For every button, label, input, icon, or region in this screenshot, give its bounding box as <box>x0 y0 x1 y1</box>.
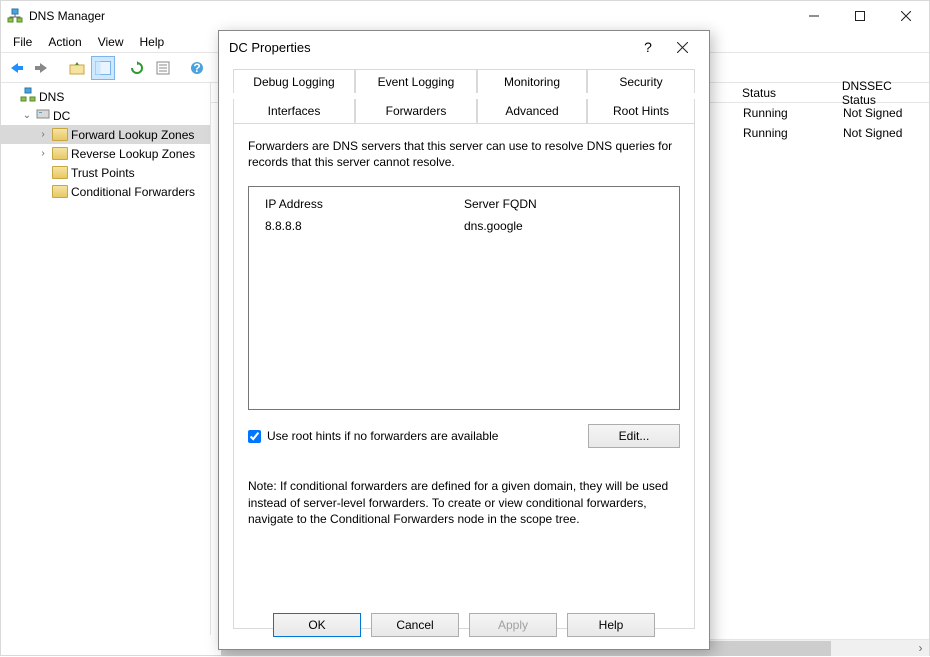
up-folder-button[interactable] <box>65 56 89 80</box>
dialog-title: DC Properties <box>229 40 311 55</box>
tree-label: Reverse Lookup Zones <box>71 147 195 161</box>
cell-fqdn: dns.google <box>464 219 663 233</box>
forwarders-description: Forwarders are DNS servers that this ser… <box>248 138 680 170</box>
scope-tree[interactable]: DNS ⌄ DC › Forward Lookup Zones › Revers… <box>1 83 211 635</box>
dialog-close-button[interactable] <box>665 31 699 63</box>
use-root-hints-label: Use root hints if no forwarders are avai… <box>267 429 498 443</box>
tree-node-reverse-lookup[interactable]: › Reverse Lookup Zones <box>1 144 210 163</box>
col-status[interactable]: Status <box>730 86 830 100</box>
tree-label: DC <box>53 109 70 123</box>
tab-interfaces[interactable]: Interfaces <box>233 99 355 123</box>
tree-server-dc[interactable]: ⌄ DC <box>1 106 210 125</box>
tree-root-dns[interactable]: DNS <box>1 87 210 106</box>
dialog-titlebar: DC Properties ? <box>219 31 709 63</box>
window-title: DNS Manager <box>29 9 105 23</box>
edit-button[interactable]: Edit... <box>588 424 680 448</box>
menu-action[interactable]: Action <box>40 33 89 51</box>
tree-label: Trust Points <box>71 166 135 180</box>
help-button[interactable]: ? <box>185 56 209 80</box>
tree-node-conditional-forwarders[interactable]: Conditional Forwarders <box>1 182 210 201</box>
tab-security[interactable]: Security <box>587 69 695 93</box>
menu-file[interactable]: File <box>5 33 40 51</box>
tree-node-trust-points[interactable]: Trust Points <box>1 163 210 182</box>
apply-button[interactable]: Apply <box>469 613 557 637</box>
col-dnssec[interactable]: DNSSEC Status <box>830 79 929 107</box>
dialog-help-button[interactable]: ? <box>631 31 665 63</box>
folder-icon <box>52 147 68 160</box>
cell-status: Running <box>731 126 831 140</box>
svg-text:?: ? <box>193 61 200 75</box>
col-ip-address: IP Address <box>265 197 464 211</box>
forwarders-listbox[interactable]: IP Address Server FQDN 8.8.8.8 dns.googl… <box>248 186 680 410</box>
tree-node-forward-lookup[interactable]: › Forward Lookup Zones <box>1 125 210 144</box>
forward-button[interactable] <box>31 56 55 80</box>
tab-strip-row2: Interfaces Forwarders Advanced Root Hint… <box>233 99 695 123</box>
cancel-button[interactable]: Cancel <box>371 613 459 637</box>
minimize-button[interactable] <box>791 1 837 31</box>
tab-debug-logging[interactable]: Debug Logging <box>233 69 355 93</box>
folder-icon <box>52 128 68 141</box>
tab-root-hints[interactable]: Root Hints <box>587 99 695 123</box>
chevron-down-icon[interactable]: ⌄ <box>21 110 33 121</box>
use-root-hints-checkbox[interactable] <box>248 430 261 443</box>
tree-label: Conditional Forwarders <box>71 185 195 199</box>
tab-forwarders[interactable]: Forwarders <box>355 99 477 123</box>
menu-view[interactable]: View <box>90 33 132 51</box>
ok-button[interactable]: OK <box>273 613 361 637</box>
cell-dnssec: Not Signed <box>831 126 902 140</box>
folder-icon <box>52 166 68 179</box>
folder-icon <box>52 185 68 198</box>
refresh-button[interactable] <box>125 56 149 80</box>
back-button[interactable] <box>5 56 29 80</box>
help-button[interactable]: Help <box>567 613 655 637</box>
forwarder-row[interactable]: 8.8.8.8 dns.google <box>265 219 663 233</box>
tab-panel-forwarders: Forwarders are DNS servers that this ser… <box>233 123 695 629</box>
dialog-button-row: OK Cancel Apply Help <box>219 613 709 637</box>
cell-ip: 8.8.8.8 <box>265 219 464 233</box>
col-server-fqdn: Server FQDN <box>464 197 663 211</box>
scroll-right-icon[interactable]: › <box>912 640 929 657</box>
show-hide-tree-button[interactable] <box>91 56 115 80</box>
server-icon <box>36 107 50 124</box>
tree-label: Forward Lookup Zones <box>71 128 194 142</box>
chevron-right-icon[interactable]: › <box>37 148 49 159</box>
tab-monitoring[interactable]: Monitoring <box>477 69 587 93</box>
dns-app-icon <box>7 8 23 24</box>
menu-help[interactable]: Help <box>132 33 173 51</box>
chevron-right-icon[interactable]: › <box>37 129 49 140</box>
titlebar: DNS Manager <box>1 1 929 31</box>
maximize-button[interactable] <box>837 1 883 31</box>
tab-event-logging[interactable]: Event Logging <box>355 69 477 93</box>
tab-advanced[interactable]: Advanced <box>477 99 587 123</box>
cell-status: Running <box>731 106 831 120</box>
dns-root-icon <box>20 87 36 106</box>
dc-properties-dialog: DC Properties ? Debug Logging Event Logg… <box>218 30 710 650</box>
tab-strip: Debug Logging Event Logging Monitoring S… <box>233 69 695 93</box>
properties-button[interactable] <box>151 56 175 80</box>
tree-label: DNS <box>39 90 64 104</box>
cell-dnssec: Not Signed <box>831 106 902 120</box>
forwarders-note: Note: If conditional forwarders are defi… <box>248 478 680 527</box>
close-button[interactable] <box>883 1 929 31</box>
